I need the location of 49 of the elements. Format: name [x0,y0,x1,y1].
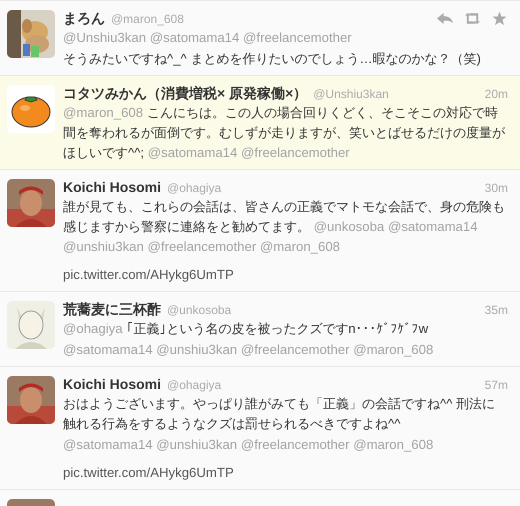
mention-link[interactable]: @satomama14 [63,342,153,357]
mention-link[interactable]: @maron_608 [260,239,340,254]
picture-link[interactable]: pic.twitter.com/AHykg6UmTP [63,267,234,282]
tweet-card[interactable]: Koichi Hosomi @ohagiya 30m 誰が見ても、これらの会話は、皆さんの正義でマトモな会話で、身の危険も感じますから警察に連絡をと勧めてます。 @unkosoba @satomama14 @unshiu3kan @freelancemother @maron_608 pic.twitter.com/AHykg6UmTP [0,169,520,291]
user-handle[interactable]: @ohagiya [167,378,222,392]
mention-link[interactable]: @unshiu3kan [156,437,238,452]
mention-link[interactable]: @unkosoba [314,219,384,234]
reply-icon[interactable] [437,11,454,26]
tweet-card[interactable]: コタツみかん（消費増税× 原発稼働×） @Unshiu3kan 20m @maron_608 こんにちは。この人の場合回りくどく、そこそこの対応で時間を奪われるが面倒です。むしずが走りますが、笑いとばせるだけの度量がほしいです^^; @satomama14 @freelancemother [0,75,520,169]
mention-link[interactable]: @satomama14 [150,30,240,45]
user-handle[interactable]: @Unshiu3kan [313,87,389,101]
mention-link[interactable]: @unshiu3kan [156,342,238,357]
mention-link[interactable]: @ohagiya [63,321,123,336]
mention-link[interactable]: @satomama14 [148,145,238,160]
mention-link[interactable]: @satomama14 [388,219,478,234]
tweet-text: @ohagiya ｢正義｣という名の皮を被ったクズですn･･･ｹﾞﾌｹﾞﾌw [63,320,430,338]
mention-link[interactable]: @freelancemother [148,239,256,254]
tweet-card[interactable]: 荒蕎麦に三杯酢 @unkosoba 35m @ohagiya ｢正義｣という名の皮を被ったクズですn･･･ｹﾞﾌｹﾞﾌw @satomama14 @unshiu3kan @freelancemother @maron_608 [0,291,520,366]
tweet-text: @maron_608 こんにちは。この人の場合回りくどく、そこそこの対応で時間を奪われるが面倒です。むしずが走りますが、笑いとばせるだけの度量がほしいです^^; @satomama14 @freelancemother [63,104,506,162]
mention-link[interactable]: @maron_608 [63,105,144,120]
tweet-card[interactable]: Koichi Hosomi @ohagiya 57m おはようございます。やっぱり誰がみても「正義」の会話ですね^^ 刑法に触れる行為をするようなクズは罰せられるべきですよね^^ @satomama14 @unshiu3kan @freelancemother @maron_608 pic.twitter.com/AHykg6UmTP [0,366,520,489]
timestamp[interactable]: 30m [484,181,508,195]
user-name[interactable]: まろん [63,10,105,28]
timestamp[interactable]: 57m [484,378,508,392]
retweet-icon[interactable] [464,11,481,26]
tweet-text: そうみたいですね^_^ まとめを作りたいのでしょう…暇なのかな？（笑) [63,50,482,68]
mention-link[interactable]: @maron_608 [353,437,434,452]
user-handle[interactable]: @maron_608 [111,12,184,26]
user-name[interactable]: 荒蕎麦に三杯酢 [63,301,161,319]
mention-link[interactable]: @freelancemother [240,437,350,452]
mention-link[interactable]: @maron_608 [353,342,434,357]
tweet-text: おはようございます。やっぱり誰がみても「正義」の会話ですね^^ 刑法に触れる行為をするようなクズは罰せられるべきですよね^^ [63,395,496,433]
tweet-card[interactable]: まろん @maron_608 @Unshiu3kan @satomama14 @freelancemother そうみたいですね^_^ まとめを作りたいのでしょう…暇なのかな？（笑) [0,0,520,75]
timestamp[interactable]: 35m [484,303,508,317]
user-name[interactable]: Koichi Hosomi [63,376,162,392]
mention-link[interactable]: @freelancemother [240,342,350,357]
tweet-text: 誰が見ても、これらの会話は、皆さんの正義でマトモな会話で、身の危険も感じますから警察に連絡をと勧めてます。 @unkosoba @satomama14 @unshiu3kan @freelancemother @maron_608 [63,198,506,256]
user-handle[interactable]: @ohagiya [167,181,222,195]
user-name[interactable]: Koichi Hosomi [63,179,162,195]
picture-link[interactable]: pic.twitter.com/AHykg6UmTP [63,465,234,480]
mention-link[interactable]: @freelancemother [241,145,350,160]
user-name[interactable]: コタツみかん（消費増税× 原発稼働×） [63,85,308,103]
user-handle[interactable]: @unkosoba [167,303,232,317]
mention-link[interactable]: @freelancemother [243,30,352,45]
timestamp[interactable]: 20m [484,87,508,101]
favorite-star-icon[interactable] [491,11,508,26]
mention-link[interactable]: @Unshiu3kan [63,30,146,45]
mention-link[interactable]: @satomama14 [63,437,153,452]
mention-link[interactable]: @unshiu3kan [63,239,144,254]
